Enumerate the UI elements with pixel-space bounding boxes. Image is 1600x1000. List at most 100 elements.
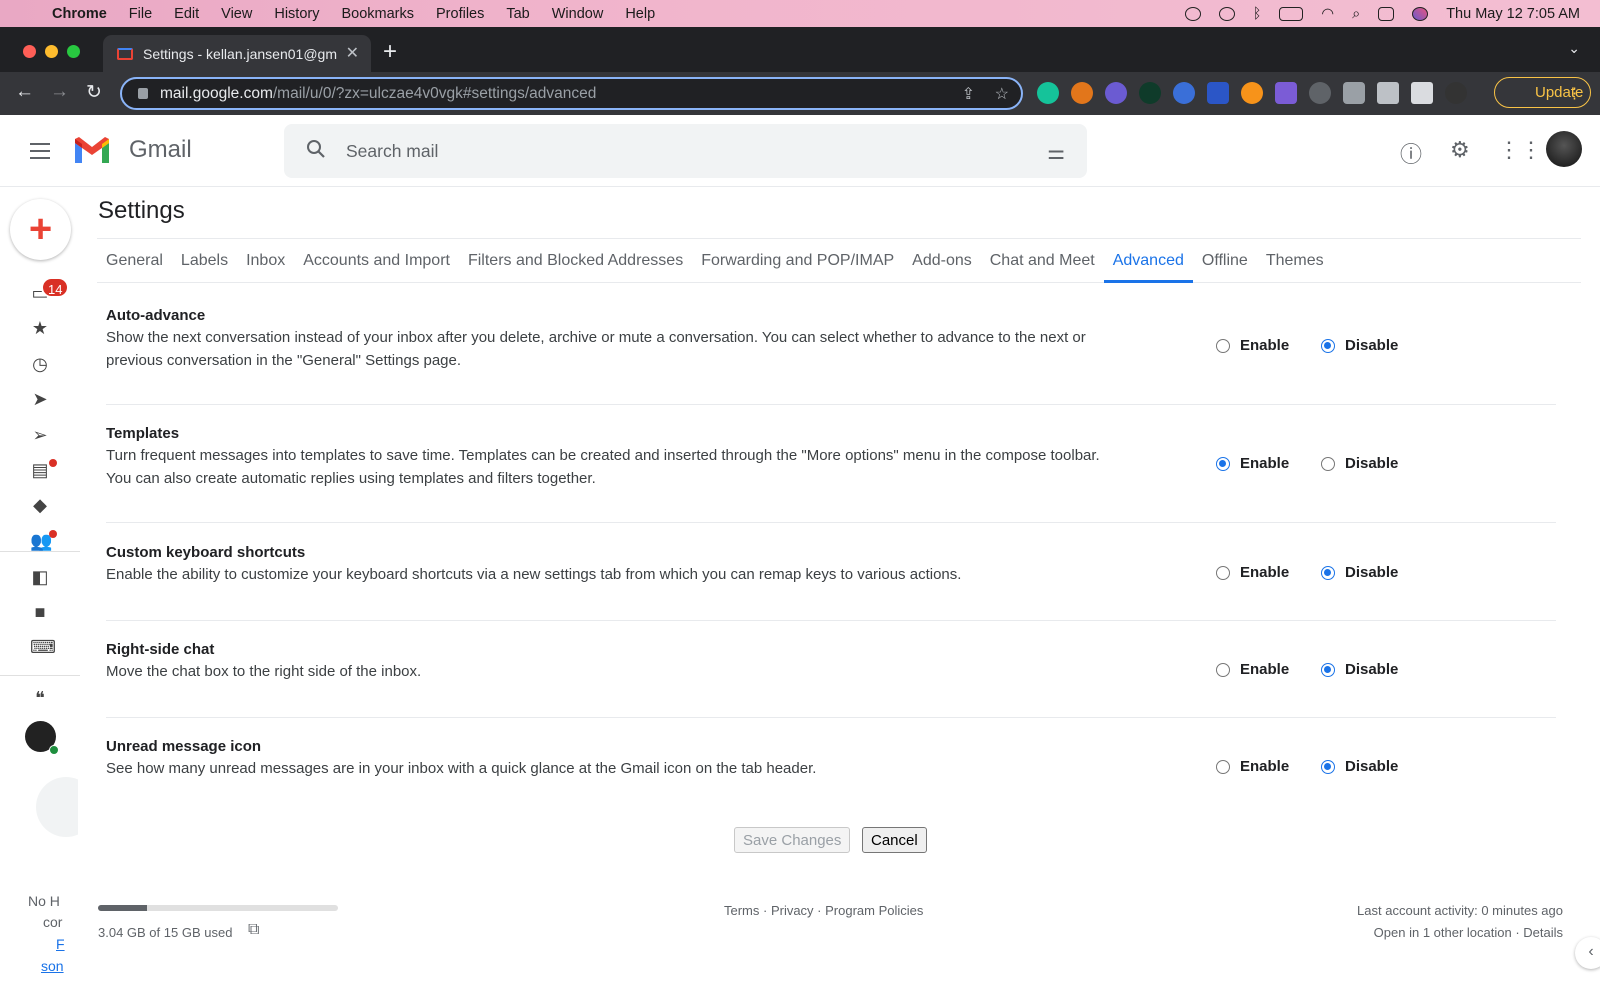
disable-radio[interactable] (1321, 456, 1335, 471)
puzzle-extensions-icon[interactable] (1343, 82, 1365, 104)
important-icon[interactable]: ➤ (30, 390, 50, 408)
tab-filters-and-blocked-addresses[interactable]: Filters and Blocked Addresses (459, 239, 692, 283)
tab-accounts-and-import[interactable]: Accounts and Import (294, 239, 459, 283)
label-icon[interactable]: ◆ (30, 496, 50, 514)
satellite-extension-icon[interactable] (1173, 82, 1195, 104)
tab-advanced[interactable]: Advanced (1103, 239, 1194, 283)
tab-chat-and-meet[interactable]: Chat and Meet (981, 239, 1104, 283)
settings-gear-icon[interactable]: ⚙ (1450, 137, 1470, 163)
coin-extension-icon[interactable] (1241, 82, 1263, 104)
main-menu-icon[interactable] (30, 143, 50, 164)
browser-tab-settings[interactable]: Settings - kellan.jansen01@gm ✕ (103, 35, 371, 72)
new-tab-button[interactable]: + (383, 38, 397, 66)
address-bar[interactable]: mail.google.com/mail/u/0/?zx=ulczae4v0vg… (120, 77, 1023, 110)
side-panel-icon[interactable] (1411, 82, 1433, 104)
enable-option[interactable]: Enable (1216, 337, 1289, 354)
apps-grid-icon[interactable]: ⋮⋮ (1498, 137, 1542, 163)
close-tab-icon[interactable]: ✕ (346, 43, 359, 63)
tab-search-chevron-icon[interactable]: ⌄ (1568, 40, 1580, 57)
enable-option[interactable]: Enable (1216, 758, 1289, 775)
menu-item-edit[interactable]: Edit (174, 6, 199, 22)
disable-radio[interactable] (1321, 662, 1335, 677)
update-button[interactable]: Update ⋮ (1494, 77, 1591, 108)
side-panel-toggle[interactable]: ‹ (1575, 937, 1600, 969)
manage-storage-icon[interactable]: ⧉ (248, 921, 259, 939)
clock[interactable]: Thu May 12 7:05 AM (1446, 6, 1580, 22)
spotlight-icon[interactable]: ⌕ (1352, 6, 1360, 22)
bluetooth-icon[interactable]: ᛒ (1253, 6, 1262, 22)
lock-icon[interactable] (138, 88, 148, 99)
disable-radio[interactable] (1321, 338, 1335, 353)
app-name-menu[interactable]: Chrome (52, 6, 107, 22)
zoom-window-button[interactable] (67, 45, 80, 58)
sync-icon[interactable] (1184, 6, 1201, 21)
compose-button[interactable]: + (10, 199, 71, 260)
other-locations-link[interactable]: Open in 1 other location · Details (1374, 925, 1563, 940)
enable-radio[interactable] (1216, 456, 1230, 471)
tab-themes[interactable]: Themes (1257, 239, 1333, 283)
back-button[interactable]: ← (15, 81, 34, 103)
tab-forwarding-and-pop-imap[interactable]: Forwarding and POP/IMAP (692, 239, 903, 283)
profile-avatar-icon[interactable] (1445, 82, 1467, 104)
minimize-window-button[interactable] (45, 45, 58, 58)
disable-radio[interactable] (1321, 759, 1335, 774)
k-extension-icon[interactable] (1275, 82, 1297, 104)
menu-item-file[interactable]: File (129, 6, 152, 22)
search-icon[interactable] (306, 139, 326, 159)
tab-offline[interactable]: Offline (1193, 239, 1257, 283)
enable-radio[interactable] (1216, 338, 1230, 353)
menu-item-bookmarks[interactable]: Bookmarks (341, 6, 414, 22)
chat-extension-icon[interactable] (1105, 82, 1127, 104)
menu-item-view[interactable]: View (221, 6, 252, 22)
meet-icon[interactable]: ◧ (30, 568, 50, 586)
more-icon[interactable]: ⋮ (1567, 84, 1582, 102)
enable-option[interactable]: Enable (1216, 564, 1289, 581)
save-changes-button[interactable]: Save Changes (734, 827, 851, 853)
bookmark-star-icon[interactable]: ☆ (995, 84, 1009, 104)
disable-option[interactable]: Disable (1321, 564, 1398, 581)
drafts-icon[interactable]: ▤ (30, 461, 50, 479)
tab-labels[interactable]: Labels (172, 239, 237, 283)
video-icon[interactable]: ■ (30, 603, 50, 621)
menu-item-history[interactable]: History (274, 6, 319, 22)
gmail-logo-icon[interactable] (72, 135, 112, 165)
siri-icon[interactable] (1412, 6, 1429, 21)
starred-icon[interactable]: ★ (30, 319, 50, 337)
tab-inbox[interactable]: Inbox (237, 239, 294, 283)
rail-link-2[interactable]: son (41, 958, 64, 974)
search-input[interactable] (346, 138, 946, 164)
disable-option[interactable]: Disable (1321, 455, 1398, 472)
rail-link-1[interactable]: F (56, 936, 65, 952)
search-options-icon[interactable]: ⚌ (1047, 140, 1065, 165)
metamask-extension-icon[interactable] (1071, 82, 1093, 104)
disable-option[interactable]: Disable (1321, 337, 1398, 354)
disable-radio[interactable] (1321, 565, 1335, 580)
play-icon[interactable] (1218, 6, 1235, 21)
disable-option[interactable]: Disable (1321, 758, 1398, 775)
sent-icon[interactable]: ➢ (30, 426, 50, 444)
menu-item-window[interactable]: Window (552, 6, 604, 22)
translate-extension-icon[interactable] (1207, 82, 1229, 104)
snoozed-icon[interactable]: ◷ (30, 355, 50, 373)
hand-extension-icon[interactable] (1139, 82, 1161, 104)
grammarly-extension-icon[interactable] (1037, 82, 1059, 104)
enable-option[interactable]: Enable (1216, 455, 1289, 472)
help-icon[interactable]: ⓘ (1400, 137, 1422, 169)
control-center-icon[interactable] (1378, 6, 1395, 21)
contacts-icon[interactable]: 👥 (30, 532, 52, 550)
wifi-icon[interactable]: ◠ (1321, 6, 1334, 22)
account-avatar[interactable] (1546, 131, 1582, 167)
menu-item-tab[interactable]: Tab (506, 6, 529, 22)
enable-radio[interactable] (1216, 759, 1230, 774)
forward-button[interactable]: → (50, 81, 69, 103)
tab-add-ons[interactable]: Add-ons (903, 239, 981, 283)
menu-item-help[interactable]: Help (625, 6, 655, 22)
close-window-button[interactable] (23, 45, 36, 58)
enable-option[interactable]: Enable (1216, 661, 1289, 678)
enable-radio[interactable] (1216, 565, 1230, 580)
cancel-button[interactable]: Cancel (862, 827, 927, 853)
tab-general[interactable]: General (97, 239, 172, 283)
disable-option[interactable]: Disable (1321, 661, 1398, 678)
battery-icon[interactable] (1279, 6, 1304, 21)
tv-extension-icon[interactable] (1309, 82, 1331, 104)
